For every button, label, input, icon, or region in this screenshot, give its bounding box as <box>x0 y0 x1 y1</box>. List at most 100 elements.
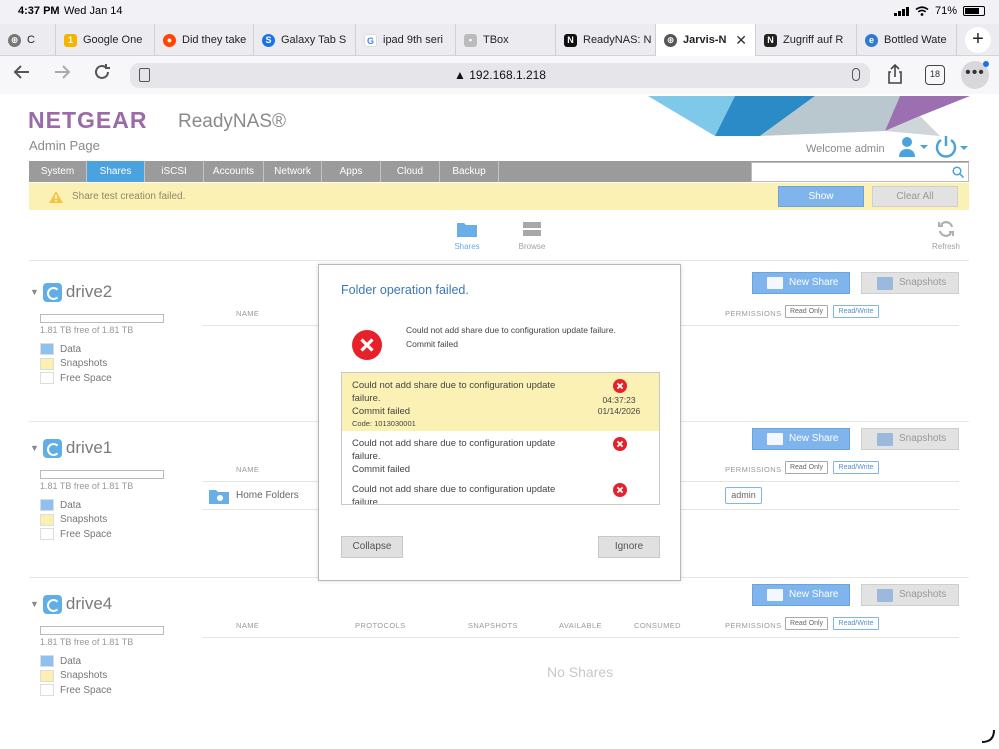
volume-header[interactable]: ▼ drive4 <box>30 594 112 614</box>
snapshots-button[interactable]: Snapshots <box>861 272 959 294</box>
new-share-label: New Share <box>789 433 839 444</box>
read-write-button[interactable]: Read/Write <box>833 617 879 630</box>
snapshots-label: Snapshots <box>899 433 947 444</box>
back-button[interactable] <box>8 61 36 89</box>
legend-free: Free Space <box>60 372 112 384</box>
summary-line: Commit failed <box>406 339 458 349</box>
more-menu-button[interactable]: ••• <box>961 61 989 89</box>
notification-dot <box>983 61 989 67</box>
refresh-icon <box>938 221 954 237</box>
snapshots-button[interactable]: Snapshots <box>861 584 959 606</box>
dialog-title: Folder operation failed. <box>341 283 469 297</box>
warning-icon <box>49 191 63 203</box>
nav-shares[interactable]: Shares <box>87 161 145 182</box>
new-share-button[interactable]: New Share <box>752 428 850 450</box>
address-bar[interactable]: ▲ 192.168.1.218 <box>130 63 870 88</box>
col-name: NAME <box>236 309 260 318</box>
more-dots-icon: ••• <box>965 64 985 81</box>
empty-state-text: No Shares <box>547 664 614 680</box>
legend-free: Free Space <box>60 528 112 540</box>
power-icon[interactable] <box>934 135 968 159</box>
read-write-button[interactable]: Read/Write <box>833 305 879 318</box>
nav-cloud[interactable]: Cloud <box>381 161 440 182</box>
resize-handle-icon[interactable] <box>980 728 996 744</box>
error-x-icon <box>613 379 627 393</box>
free-space-text: 1.81 TB free of 1.81 TB <box>40 325 134 335</box>
clear-all-button[interactable]: Clear All <box>872 186 958 207</box>
search-input[interactable] <box>751 162 969 182</box>
nav-system[interactable]: System <box>29 161 87 182</box>
volume-header[interactable]: ▼ drive1 <box>30 438 112 458</box>
page-menu-icon[interactable] <box>139 68 150 82</box>
new-share-label: New Share <box>789 589 839 600</box>
nav-network[interactable]: Network <box>264 161 322 182</box>
subnav-browse[interactable]: Browse <box>510 220 554 251</box>
browser-tab[interactable]: N Zugriff auf R <box>756 24 857 56</box>
browser-tab[interactable]: G ipad 9th seri <box>356 24 456 56</box>
wifi-icon <box>915 6 929 16</box>
new-share-button[interactable]: New Share <box>752 584 850 606</box>
volume-name: drive4 <box>65 594 113 613</box>
capacity-legend: Data Snapshots Free Space <box>40 654 112 698</box>
collapse-caret-icon[interactable]: ▼ <box>30 443 39 453</box>
search-icon[interactable] <box>952 166 964 178</box>
read-only-button[interactable]: Read Only <box>785 305 828 318</box>
new-tab-button[interactable]: + <box>965 27 991 53</box>
browser-tab[interactable]: 1 Google One <box>56 24 155 56</box>
browser-tab[interactable]: ⊕ C <box>0 24 56 56</box>
collapse-button[interactable]: Collapse <box>341 536 403 558</box>
col-permissions: PERMISSIONS <box>725 309 782 318</box>
samsung-icon: S <box>262 33 275 47</box>
volume-disk-icon <box>42 438 62 458</box>
show-button[interactable]: Show <box>778 186 864 207</box>
tab-count-button[interactable]: 18 <box>925 65 945 85</box>
error-code: Code: 1013030001 <box>352 419 416 428</box>
new-share-button[interactable]: New Share <box>752 272 850 294</box>
volume-header[interactable]: ▼ drive2 <box>30 282 112 302</box>
new-share-label: New Share <box>789 277 839 288</box>
browser-tab[interactable]: ▪ TBox <box>456 24 556 56</box>
summary-line: Could not add share due to configuration… <box>406 325 616 335</box>
refresh-button[interactable]: Refresh <box>924 220 968 251</box>
collapse-caret-icon[interactable]: ▼ <box>30 287 39 297</box>
table-header-divider <box>203 637 959 638</box>
read-only-button[interactable]: Read Only <box>785 617 828 630</box>
list-item[interactable]: Could not add share due to configuration… <box>342 479 659 505</box>
read-only-button[interactable]: Read Only <box>785 461 828 474</box>
browser-tab-strip: ⊕ C 1 Google One ● Did they take S Galax… <box>0 24 999 56</box>
read-write-button[interactable]: Read/Write <box>833 461 879 474</box>
microphone-icon[interactable] <box>852 68 860 81</box>
folder-icon <box>457 223 477 237</box>
tab-title: ReadyNAS: N <box>583 34 652 46</box>
nav-iscsi[interactable]: iSCSI <box>145 161 204 182</box>
browser-tab[interactable]: S Galaxy Tab S <box>254 24 356 56</box>
list-item[interactable]: Could not add share due to configuration… <box>342 431 659 479</box>
error-text: failure. <box>352 497 381 505</box>
subnav-shares[interactable]: Shares <box>445 220 489 251</box>
new-share-icon <box>767 433 783 445</box>
collapse-caret-icon[interactable]: ▼ <box>30 599 39 609</box>
nav-accounts[interactable]: Accounts <box>204 161 264 182</box>
browser-tab[interactable]: ● Did they take <box>155 24 254 56</box>
edge-icon: e <box>865 33 878 47</box>
close-tab-icon[interactable]: ✕ <box>735 32 747 49</box>
tab-title: Bottled Wate <box>884 34 947 46</box>
browser-tab-active[interactable]: ⊕ Jarvis-N ✕ <box>656 24 756 56</box>
browser-toolbar: ▲ 192.168.1.218 18 ••• <box>0 56 999 94</box>
status-indicators: 71% <box>893 5 985 17</box>
snapshots-button[interactable]: Snapshots <box>861 428 959 450</box>
browser-tab[interactable]: e Bottled Wate <box>857 24 957 56</box>
list-item[interactable]: Could not add share due to configuration… <box>342 373 659 431</box>
browser-tab[interactable]: N ReadyNAS: N <box>556 24 656 56</box>
share-button[interactable] <box>886 63 904 87</box>
reload-button[interactable] <box>88 61 116 89</box>
user-menu-icon[interactable] <box>898 136 928 158</box>
forward-button[interactable] <box>48 61 76 89</box>
error-list[interactable]: Could not add share due to configuration… <box>341 372 660 505</box>
share-name[interactable]: Home Folders <box>236 490 299 501</box>
status-time: 4:37 PM <box>18 5 60 17</box>
error-x-icon <box>613 483 627 497</box>
nav-apps[interactable]: Apps <box>322 161 381 182</box>
ignore-button[interactable]: Ignore <box>598 536 660 558</box>
nav-backup[interactable]: Backup <box>440 161 499 182</box>
